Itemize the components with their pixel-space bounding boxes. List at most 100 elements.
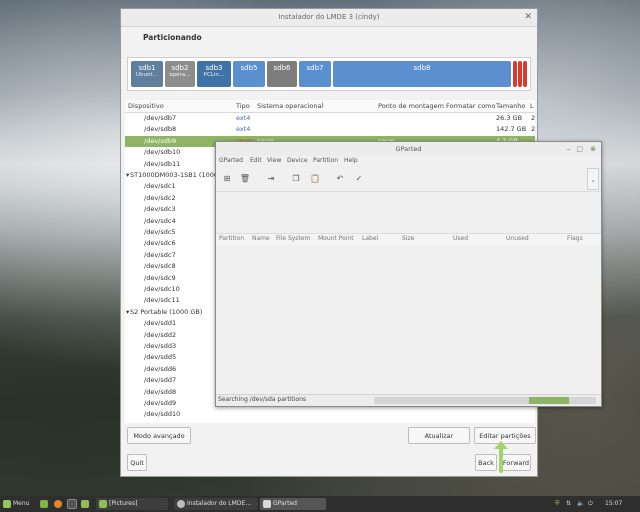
show-desktop-launcher[interactable] <box>40 496 50 512</box>
column-unused[interactable]: Unused <box>506 235 529 242</box>
clock: 15:07 <box>605 500 623 507</box>
close-icon[interactable]: ✕ <box>524 9 532 26</box>
tray-power-icon[interactable]: ⏻ <box>588 496 593 512</box>
arrow-up-icon <box>494 441 508 449</box>
cell-device: /dev/sdd1 <box>144 319 177 328</box>
column-device[interactable]: Dispositivo <box>128 102 164 110</box>
menu-partition[interactable]: Partition <box>313 157 338 164</box>
desktop-icon <box>40 499 48 508</box>
column-filesystem[interactable]: File System <box>276 235 310 242</box>
terminal-launcher[interactable] <box>67 496 79 512</box>
cell-device: /dev/sdd5 <box>144 353 177 362</box>
column-size[interactable]: Tamanho <box>496 102 525 110</box>
mint-logo-icon <box>3 499 11 508</box>
cell-device: /dev/sdc6 <box>144 239 176 248</box>
gparted-title: GParted <box>395 145 422 153</box>
taskbar-window-label: GParted <box>273 500 297 507</box>
cell-device: /dev/sdd11 <box>144 422 180 423</box>
cell-device: /dev/sdd2 <box>144 330 177 339</box>
taskbar-window-installer[interactable]: Instalador do LMDE… <box>174 498 258 510</box>
minimize-icon[interactable]: ‒ <box>567 142 571 156</box>
cell-device: /dev/sdc8 <box>144 262 176 271</box>
cell-device: /dev/sdd9 <box>144 399 177 407</box>
partition-segment-swap-3[interactable] <box>523 61 527 87</box>
column-size[interactable]: Size <box>402 235 414 242</box>
cell-device: /dev/sdc5 <box>144 228 176 236</box>
forward-button[interactable]: Forward <box>501 454 531 471</box>
cell-device: /dev/sdb10 <box>144 148 181 157</box>
partition-segment-swap-2[interactable] <box>518 61 522 87</box>
column-os[interactable]: Sistema operacional <box>257 102 323 110</box>
column-format[interactable]: Formatar como <box>446 102 496 110</box>
expander-arrow-icon[interactable]: ▾ <box>126 171 129 179</box>
partition-segment-swap-1[interactable] <box>513 61 517 87</box>
partition-segment-sdb7[interactable]: sdb7 <box>299 61 331 87</box>
delete-icon[interactable]: 🗑 <box>239 173 251 185</box>
undo-icon[interactable]: ↶ <box>334 173 346 185</box>
cell-device: /dev/sdd3 <box>144 342 177 350</box>
table-row[interactable]: /dev/sdb7 ext4 26.3 GB 2 <box>125 113 535 124</box>
cell-device: S2 Portable (1000 GB) <box>130 307 203 316</box>
cell-device: /dev/sdd8 <box>144 387 177 396</box>
tray-volume-icon[interactable]: 🔈 <box>577 496 584 512</box>
taskbar: Menu [Pictures] Instalador do LMDE… GPar… <box>0 496 640 512</box>
menu-device[interactable]: Device <box>287 157 308 164</box>
table-row[interactable]: /dev/sdd11 swap swap 4.3 GB <box>125 421 535 423</box>
maximize-icon[interactable]: □ <box>576 142 583 156</box>
firefox-icon <box>54 499 62 508</box>
page-title: Particionando <box>143 33 202 42</box>
cell-device: /dev/sdc7 <box>144 250 176 259</box>
column-label[interactable]: Label <box>362 235 378 242</box>
folder-icon <box>81 499 89 508</box>
expander-arrow-icon[interactable]: ▾ <box>126 308 129 316</box>
menu-gparted[interactable]: GParted <box>219 157 243 164</box>
menu-help[interactable]: Help <box>344 157 358 164</box>
partition-segment-sdb1[interactable]: sdb1 Ubunt… <box>131 61 163 87</box>
column-name[interactable]: Name <box>252 235 270 242</box>
menu-view[interactable]: View <box>267 157 281 164</box>
taskbar-window-gparted[interactable]: GParted <box>260 498 326 510</box>
partition-segment-sdb6[interactable]: sdb6 <box>267 61 297 87</box>
column-partition[interactable]: Partition <box>219 235 244 242</box>
tray-network-icon[interactable]: ⇅ <box>566 496 571 512</box>
column-flags[interactable]: Flags <box>567 235 583 242</box>
column-type[interactable]: Tipo <box>236 102 250 110</box>
cell-size: 142.7 GB <box>496 125 527 134</box>
taskbar-window-label: Instalador do LMDE… <box>187 500 252 507</box>
cursor-highlight <box>499 445 503 473</box>
column-mountpoint[interactable]: Mount Point <box>318 235 354 242</box>
copy-icon[interactable]: ❐ <box>290 173 302 185</box>
column-free[interactable]: L <box>530 102 534 110</box>
scan-progress-fill <box>529 397 570 404</box>
back-button[interactable]: Back <box>475 454 497 471</box>
refresh-button[interactable]: Atualizar <box>408 427 470 444</box>
column-used[interactable]: Used <box>453 235 468 242</box>
apply-icon[interactable]: ✓ <box>353 173 365 185</box>
menu-edit[interactable]: Edit <box>250 157 262 164</box>
cell-device: /dev/sdb7 <box>144 114 177 122</box>
start-menu[interactable]: Menu <box>3 496 29 512</box>
resize-move-icon[interactable]: ⇥ <box>265 173 277 185</box>
gparted-menubar: GParted Edit View Device Partition Help <box>216 157 601 167</box>
partition-segment-sdb8[interactable]: sdb8 <box>333 61 511 87</box>
gparted-partition-list <box>216 245 601 393</box>
files-launcher[interactable] <box>81 496 91 512</box>
device-selector[interactable]: ⌄ <box>587 168 599 190</box>
table-row[interactable]: /dev/sdb8 ext4 142.7 GB 2 <box>125 124 535 135</box>
column-mount[interactable]: Ponto de montagem <box>378 102 444 110</box>
partition-segment-sdb3[interactable]: sdb3 PCLin… <box>197 61 231 87</box>
advanced-mode-button[interactable]: Modo avançado <box>127 427 191 444</box>
new-partition-icon[interactable]: ⊞ <box>221 173 233 185</box>
taskbar-window-pictures[interactable]: [Pictures] <box>96 498 168 510</box>
gparted-icon <box>263 499 271 508</box>
quit-button[interactable]: Quit <box>127 454 147 471</box>
cell-size: 4.3 GB <box>496 422 518 423</box>
table-row[interactable]: /dev/sdd10 <box>125 409 535 420</box>
tray-shield-icon[interactable]: ⛨ <box>555 496 560 512</box>
partition-segment-sdb2[interactable]: sdb2 opera… <box>165 61 195 87</box>
firefox-launcher[interactable] <box>54 496 64 512</box>
partition-segment-sdb5[interactable]: sdb5 <box>233 61 265 87</box>
paste-icon[interactable]: 📋 <box>309 173 321 185</box>
close-icon[interactable]: ⊗ <box>590 142 596 156</box>
cell-size: 26.3 GB <box>496 114 523 122</box>
